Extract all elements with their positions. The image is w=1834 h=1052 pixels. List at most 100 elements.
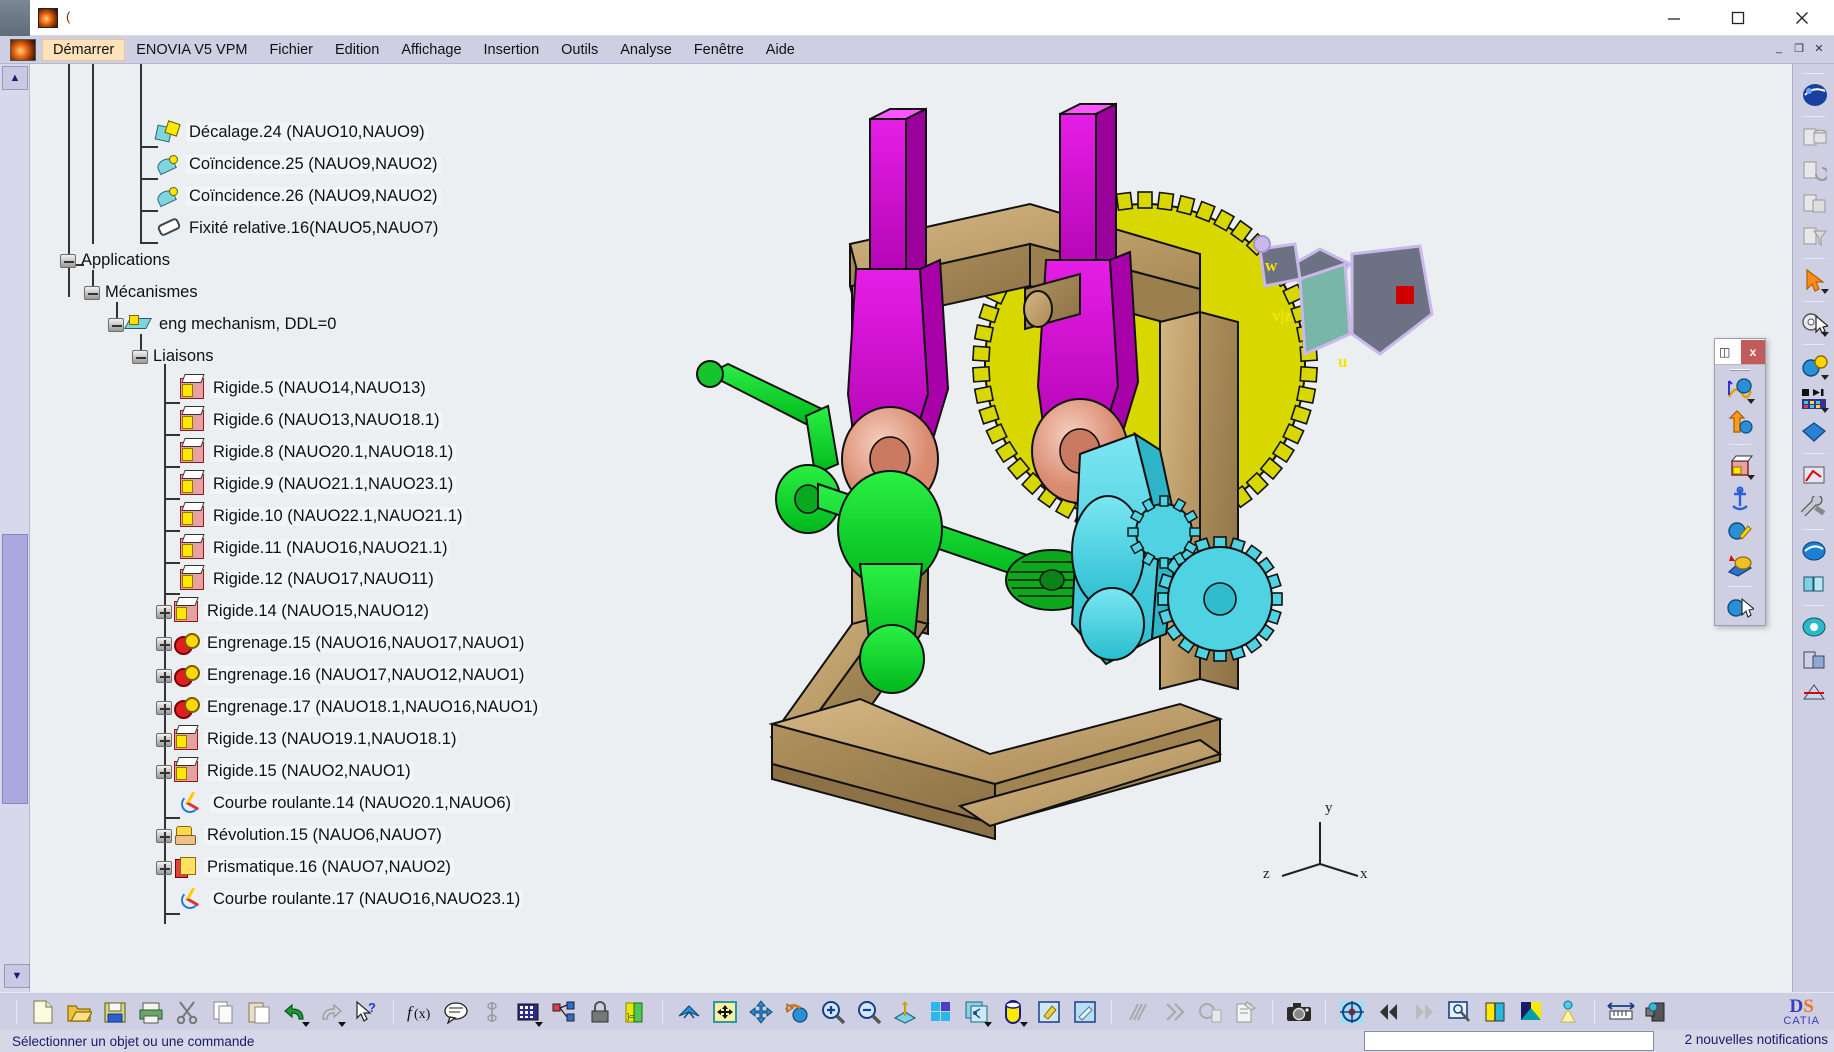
chevron-down-icon[interactable]	[984, 1021, 992, 1027]
first-frame-icon[interactable]	[1372, 997, 1404, 1027]
quick-view-icon[interactable]	[961, 997, 993, 1027]
expand-collapse-icon[interactable]	[84, 285, 100, 300]
undo-icon[interactable]	[279, 997, 311, 1027]
enovia-open-icon[interactable]	[1797, 188, 1831, 220]
simulation-with-laws-icon[interactable]	[1723, 374, 1757, 406]
simulation-player-icon[interactable]	[1797, 383, 1831, 415]
lock-icon[interactable]	[584, 997, 616, 1027]
mdi-close[interactable]: ✕	[1810, 39, 1828, 57]
floating-toolbar-titlebar[interactable]: ◫ x	[1715, 339, 1765, 365]
camera-icon[interactable]	[1283, 997, 1315, 1027]
tree-item-rigide-5[interactable]: Rigide.5 (NAUO14,NAUO13)	[180, 375, 429, 402]
chevron-down-icon[interactable]	[1747, 399, 1755, 404]
close-icon[interactable]: x	[1741, 339, 1765, 364]
zoom-area-icon[interactable]	[1444, 997, 1476, 1027]
formula-icon[interactable]: f (x)	[404, 997, 436, 1027]
open-document-icon[interactable]	[63, 997, 95, 1027]
menu-analyse[interactable]: Analyse	[609, 39, 683, 61]
scroll-up-icon[interactable]: ▲	[2, 66, 28, 90]
expand-collapse-icon[interactable]	[108, 317, 124, 332]
paste-icon[interactable]	[243, 997, 275, 1027]
chevron-down-icon[interactable]	[535, 1021, 543, 1027]
gear-joint-icon[interactable]	[1797, 350, 1831, 382]
tree-item-engrenage-16[interactable]: Engrenage.16 (NAUO17,NAUO12,NAUO1)	[156, 662, 528, 689]
tree-item-eng-mechanism[interactable]: eng mechanism, DDL=0	[108, 311, 339, 338]
chevron-down-icon[interactable]	[1820, 408, 1829, 413]
dmu-kinematics-floating-toolbar[interactable]: ◫ x	[1714, 338, 1766, 626]
clash-icon[interactable]	[1797, 644, 1831, 676]
swept-icon[interactable]	[1797, 568, 1831, 600]
tree-item-courbe-roulante-17[interactable]: Courbe roulante.17 (NAUO16,NAUO23.1)	[180, 886, 524, 913]
enovia-refresh-icon[interactable]	[1797, 155, 1831, 187]
chevron-down-icon[interactable]	[1820, 375, 1829, 380]
apply-material-icon[interactable]	[1797, 79, 1831, 111]
expand-collapse-icon[interactable]	[156, 860, 172, 875]
notifications-label[interactable]: 2 nouvelles notifications	[1685, 1032, 1828, 1047]
mdi-minimize[interactable]: _	[1770, 39, 1788, 57]
save-document-icon[interactable]	[99, 997, 131, 1027]
menu-edition[interactable]: Edition	[324, 39, 390, 61]
rigid-joint-icon[interactable]	[1723, 450, 1757, 482]
expand-collapse-icon[interactable]	[156, 668, 172, 683]
close-icon[interactable]	[1770, 0, 1834, 36]
expand-collapse-icon[interactable]	[156, 732, 172, 747]
tree-item-engrenage-17[interactable]: Engrenage.17 (NAUO18.1,NAUO16,NAUO1)	[156, 694, 542, 721]
assembly-constraints-conversion-icon[interactable]	[1723, 516, 1757, 548]
tree-item-prismatique-16[interactable]: Prismatique.16 (NAUO7,NAUO2)	[156, 854, 454, 881]
swap-visible-icon[interactable]	[1158, 997, 1190, 1027]
tree-item-applications[interactable]: Applications	[60, 247, 173, 274]
select-arrow-icon[interactable]	[1797, 264, 1831, 296]
pan-icon[interactable]	[745, 997, 777, 1027]
enovia-save-icon[interactable]	[1797, 122, 1831, 154]
menu-demarrer[interactable]: Démarrer	[42, 38, 126, 61]
expand-collapse-icon[interactable]	[156, 700, 172, 715]
tree-item-rigide-14[interactable]: Rigide.14 (NAUO15,NAUO12)	[156, 598, 432, 625]
zoom-in-icon[interactable]	[817, 997, 849, 1027]
wrench-icon[interactable]	[1797, 492, 1831, 524]
chevron-down-icon[interactable]	[338, 1021, 346, 1027]
tree-item-rigide-12[interactable]: Rigide.12 (NAUO17,NAUO11)	[180, 566, 437, 593]
hide-show-icon[interactable]	[1069, 997, 1101, 1027]
copy-icon[interactable]	[207, 997, 239, 1027]
section-icon[interactable]	[1797, 677, 1831, 709]
tree-item-coincidence-25[interactable]: Coïncidence.25 (NAUO9,NAUO2)	[156, 151, 441, 178]
menu-fichier[interactable]: Fichier	[258, 39, 324, 61]
measure-item-icon[interactable]	[1641, 997, 1673, 1027]
new-document-icon[interactable]	[27, 997, 59, 1027]
tree-scrollbar[interactable]: ▲ ▼	[0, 64, 30, 992]
catia-logo-icon[interactable]	[10, 38, 36, 61]
menu-aide[interactable]: Aide	[755, 39, 806, 61]
tree-item-courbe-roulante-14[interactable]: Courbe roulante.14 (NAUO20.1,NAUO6)	[180, 790, 515, 817]
publication-icon[interactable]	[548, 997, 580, 1027]
expand-collapse-icon[interactable]	[156, 764, 172, 779]
tree-item-decalage-24[interactable]: Décalage.24 (NAUO10,NAUO9)	[156, 119, 428, 146]
enovia-filter-icon[interactable]	[1797, 221, 1831, 253]
tree-item-rigide-9[interactable]: Rigide.9 (NAUO21.1,NAUO23.1)	[180, 471, 457, 498]
tree-item-rigide-6[interactable]: Rigide.6 (NAUO13,NAUO18.1)	[180, 407, 443, 434]
menu-fenetre[interactable]: Fenêtre	[683, 39, 755, 61]
chevron-down-icon[interactable]	[302, 1021, 310, 1027]
fly-mode-icon[interactable]	[673, 997, 705, 1027]
clash-detect-icon[interactable]	[1480, 997, 1512, 1027]
catalog-icon[interactable]: }=	[620, 997, 652, 1027]
section-view-icon[interactable]	[1516, 997, 1548, 1027]
cut-icon[interactable]	[171, 997, 203, 1027]
multi-view-icon[interactable]	[925, 997, 957, 1027]
thread-icon[interactable]	[476, 997, 508, 1027]
comment-icon[interactable]	[440, 997, 472, 1027]
apply-material-icon[interactable]	[1033, 997, 1065, 1027]
scroll-thumb[interactable]	[2, 534, 28, 804]
redo-icon[interactable]	[315, 997, 347, 1027]
chevron-down-icon[interactable]	[1820, 289, 1829, 294]
fix-part-icon[interactable]	[1723, 483, 1757, 515]
minimize-icon[interactable]	[1642, 0, 1706, 36]
tree-item-engrenage-15[interactable]: Engrenage.15 (NAUO16,NAUO17,NAUO1)	[156, 630, 528, 657]
menu-affichage[interactable]: Affichage	[390, 39, 472, 61]
tree-item-rigide-11[interactable]: Rigide.11 (NAUO16,NAUO21.1)	[180, 535, 451, 562]
last-frame-icon[interactable]	[1408, 997, 1440, 1027]
render-style-icon[interactable]	[997, 997, 1029, 1027]
simulation-icon[interactable]	[1723, 592, 1757, 624]
expand-collapse-icon[interactable]	[60, 253, 76, 268]
tree-item-fixite-relative-16[interactable]: Fixité relative.16(NAUO5,NAUO7)	[156, 215, 441, 242]
measure-between-icon[interactable]	[1605, 997, 1637, 1027]
